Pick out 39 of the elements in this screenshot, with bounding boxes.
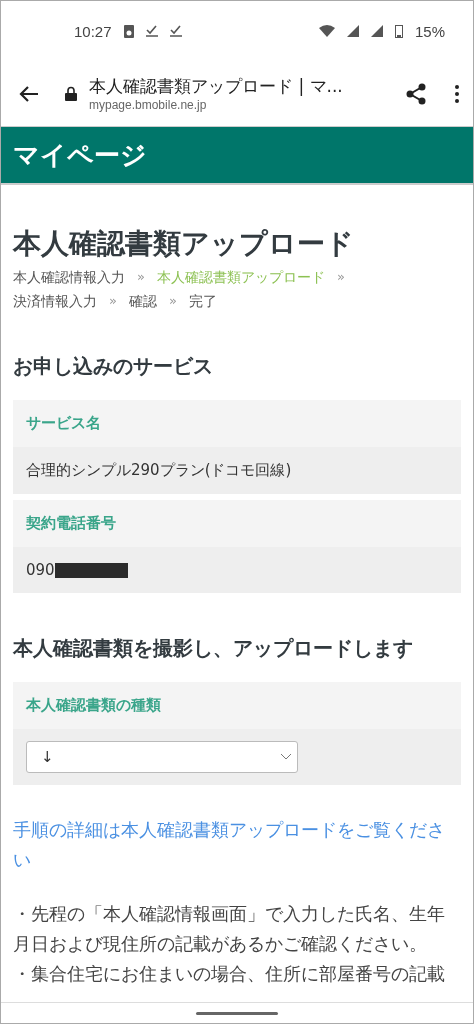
page-title: 本人確認書類アップロード [13, 226, 355, 262]
download-check-icon [145, 25, 158, 37]
wifi-icon [318, 25, 335, 37]
note-text: ・集合住宅にお住まいの場合、住所に部屋番号の記載 [13, 962, 446, 986]
signal-icon [346, 25, 359, 37]
breadcrumb-separator: » [336, 269, 345, 286]
speaker-icon [123, 24, 134, 38]
field-value: 090 [26, 561, 55, 579]
battery-level: 15% [414, 22, 445, 40]
field-value: 合理的シンプル290プラン(ドコモ回線) [26, 461, 292, 480]
breadcrumb-separator: » [109, 293, 117, 310]
breadcrumb-step: 本人確認情報入力 [13, 269, 125, 287]
field-label: 本人確認書類の種類 [13, 682, 461, 729]
battery-icon [394, 24, 403, 38]
help-link[interactable]: 手順の詳細は本人確認書類アップロードをご覧ください [13, 815, 461, 875]
gesture-handle[interactable] [196, 1011, 278, 1015]
section-heading: 本人確認書類を撮影し、アップロードします [13, 635, 414, 662]
tab-title: 本人確認書類アップロード | マ... [89, 75, 344, 98]
site-title: マイページ [13, 138, 147, 172]
signal-icon [370, 25, 383, 37]
section-heading: お申し込みのサービス [13, 353, 214, 380]
breadcrumb-step: 決済情報入力 [13, 293, 97, 311]
lock-icon [65, 86, 77, 101]
breadcrumb-step: 本人確認書類アップロード [156, 269, 325, 287]
field-label: サービス名 [13, 400, 461, 447]
breadcrumb-step: 完了 [188, 293, 217, 311]
breadcrumb-step: 確認 [128, 293, 157, 311]
back-arrow-icon[interactable] [19, 84, 39, 103]
share-icon[interactable] [405, 82, 427, 105]
field-label: 契約電話番号 [13, 500, 461, 547]
document-type-select[interactable]: ↓ [26, 741, 298, 773]
more-menu-icon[interactable] [455, 84, 459, 103]
breadcrumb-separator: » [137, 269, 145, 286]
note-text: ・先程の「本人確認情報画面」で入力した氏名、生年月日および現住所の記載があるかご確認ください。 [13, 902, 446, 956]
status-time: 10:27 [74, 22, 112, 40]
url-text[interactable]: mypage.bmobile.ne.jp [89, 98, 393, 112]
chevron-down-icon [281, 754, 291, 760]
download-check-icon [169, 25, 182, 37]
breadcrumb-separator: » [168, 293, 177, 310]
